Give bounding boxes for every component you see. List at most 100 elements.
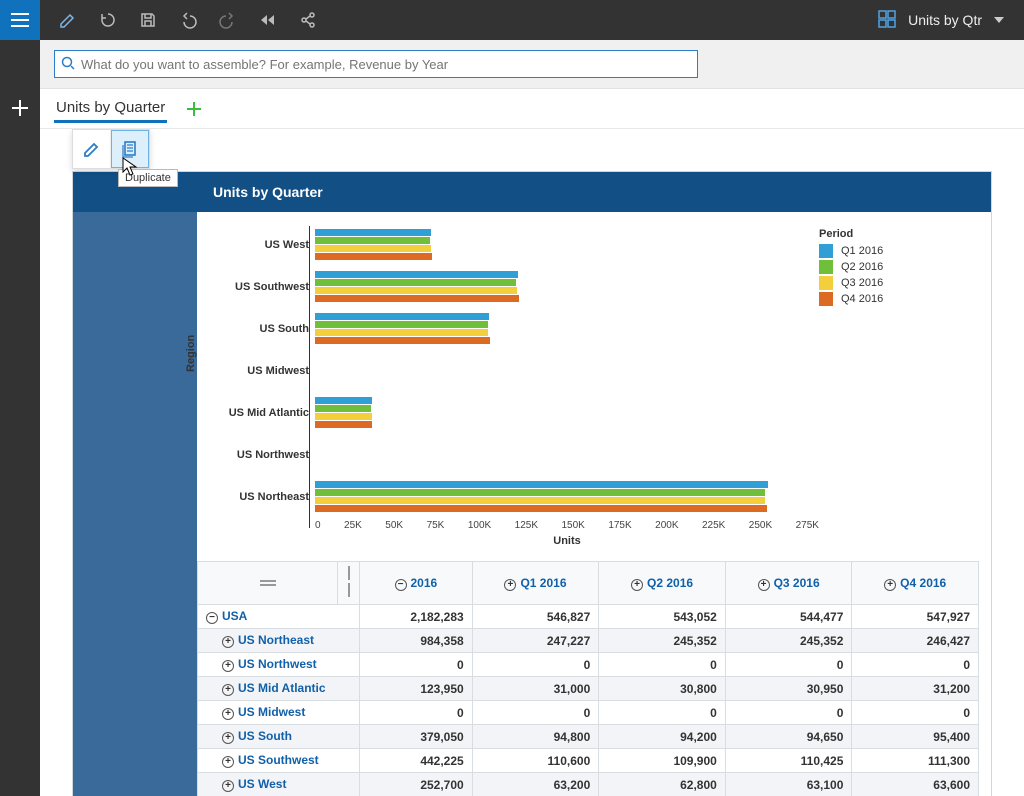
bar-segment[interactable] (315, 295, 519, 302)
legend-swatch-icon (819, 292, 833, 306)
add-visual-button[interactable] (185, 100, 203, 118)
col-q2[interactable]: +Q2 2016 (599, 562, 726, 605)
table-corner-row[interactable] (198, 562, 338, 605)
share-icon[interactable] (288, 0, 328, 40)
row-value: 30,950 (725, 677, 852, 701)
hamburger-menu-button[interactable] (0, 0, 40, 40)
col-2016[interactable]: −2016 (360, 562, 473, 605)
table-row[interactable]: −USA2,182,283546,827543,052544,477547,92… (198, 605, 979, 629)
row-total: 442,225 (360, 749, 473, 773)
search-input[interactable] (81, 57, 691, 72)
tab-units-by-quarter[interactable]: Units by Quarter (54, 95, 167, 123)
edit-icon[interactable] (48, 0, 88, 40)
card-title: Units by Quarter (73, 172, 991, 212)
row-value: 30,800 (599, 677, 726, 701)
x-tick: 0 (315, 520, 321, 531)
table-row[interactable]: +US Mid Atlantic123,95031,00030,80030,95… (198, 677, 979, 701)
row-value: 110,425 (725, 749, 852, 773)
x-axis-ticks: 025K50K75K100K125K150K175K200K225K250K27… (315, 520, 819, 531)
bar-segment[interactable] (315, 505, 767, 512)
x-tick: 275K (796, 520, 819, 531)
axis-line (309, 226, 310, 528)
row-value: 247,227 (472, 629, 599, 653)
bar-segment[interactable] (315, 329, 488, 336)
legend-swatch-icon (819, 244, 833, 258)
chart-row: US West (203, 224, 819, 266)
bar-segment[interactable] (315, 397, 372, 404)
bar-segment[interactable] (315, 497, 765, 504)
row-value: 0 (599, 701, 726, 725)
card-action-popover (72, 129, 150, 169)
row-label[interactable]: +US Midwest (198, 701, 360, 725)
row-label[interactable]: +US West (198, 773, 360, 796)
refresh-icon[interactable] (88, 0, 128, 40)
chart-row-bars (315, 269, 819, 305)
bar-segment[interactable] (315, 489, 765, 496)
legend-item[interactable]: Q4 2016 (819, 292, 969, 306)
bar-segment[interactable] (315, 253, 432, 260)
x-tick: 175K (608, 520, 631, 531)
bar-segment[interactable] (315, 287, 517, 294)
chart-row-label: US Mid Atlantic (203, 407, 315, 419)
row-value: 31,200 (852, 677, 979, 701)
x-tick: 250K (749, 520, 772, 531)
add-tab-button[interactable] (0, 88, 40, 128)
row-value: 63,100 (725, 773, 852, 796)
chart-row-bars (315, 437, 819, 473)
table-row[interactable]: +US Midwest00000 (198, 701, 979, 725)
legend-label: Q3 2016 (841, 277, 883, 289)
bar-segment[interactable] (315, 313, 489, 320)
view-name-label[interactable]: Units by Qtr (908, 12, 982, 28)
col-q4[interactable]: +Q4 2016 (852, 562, 979, 605)
row-value: 0 (472, 701, 599, 725)
grid-layout-icon[interactable] (878, 10, 896, 31)
table-row[interactable]: +US West252,70063,20062,80063,10063,600 (198, 773, 979, 796)
row-label[interactable]: +US Mid Atlantic (198, 677, 360, 701)
col-q1[interactable]: +Q1 2016 (472, 562, 599, 605)
row-total: 0 (360, 701, 473, 725)
chart-row-bars (315, 311, 819, 347)
bar-segment[interactable] (315, 405, 371, 412)
search-box[interactable] (54, 50, 698, 78)
row-value: 0 (472, 653, 599, 677)
redo-icon[interactable] (208, 0, 248, 40)
row-label[interactable]: +US Northeast (198, 629, 360, 653)
col-q3[interactable]: +Q3 2016 (725, 562, 852, 605)
save-icon[interactable] (128, 0, 168, 40)
bar-segment[interactable] (315, 481, 768, 488)
table-row[interactable]: +US South379,05094,80094,20094,65095,400 (198, 725, 979, 749)
table-corner-col[interactable] (338, 562, 360, 605)
bar-chart: Region US WestUS SouthwestUS SouthUS Mid… (197, 222, 819, 547)
bar-segment[interactable] (315, 271, 518, 278)
table-row[interactable]: +US Northwest00000 (198, 653, 979, 677)
row-value: 110,600 (472, 749, 599, 773)
bar-segment[interactable] (315, 321, 488, 328)
table-row[interactable]: +US Northeast984,358247,227245,352245,35… (198, 629, 979, 653)
legend-item[interactable]: Q2 2016 (819, 260, 969, 274)
legend-item[interactable]: Q3 2016 (819, 276, 969, 290)
legend-item[interactable]: Q1 2016 (819, 244, 969, 258)
chart-row-label: US South (203, 323, 315, 335)
row-label[interactable]: +US Northwest (198, 653, 360, 677)
bar-segment[interactable] (315, 229, 431, 236)
legend-label: Q4 2016 (841, 293, 883, 305)
bar-segment[interactable] (315, 413, 372, 420)
table-row[interactable]: +US Southwest442,225110,600109,900110,42… (198, 749, 979, 773)
chart-row-label: US Southwest (203, 281, 315, 293)
bar-segment[interactable] (315, 279, 516, 286)
chart-row-bars (315, 227, 819, 263)
bar-segment[interactable] (315, 337, 490, 344)
rewind-icon[interactable] (248, 0, 288, 40)
chevron-down-icon[interactable] (994, 17, 1004, 23)
row-label[interactable]: −USA (198, 605, 360, 629)
bar-segment[interactable] (315, 245, 431, 252)
chart-row: US Midwest (203, 350, 819, 392)
undo-icon[interactable] (168, 0, 208, 40)
bar-segment[interactable] (315, 421, 372, 428)
x-tick: 125K (515, 520, 538, 531)
row-label[interactable]: +US South (198, 725, 360, 749)
row-value: 245,352 (599, 629, 726, 653)
bar-segment[interactable] (315, 237, 430, 244)
edit-card-button[interactable] (73, 130, 111, 168)
row-label[interactable]: +US Southwest (198, 749, 360, 773)
